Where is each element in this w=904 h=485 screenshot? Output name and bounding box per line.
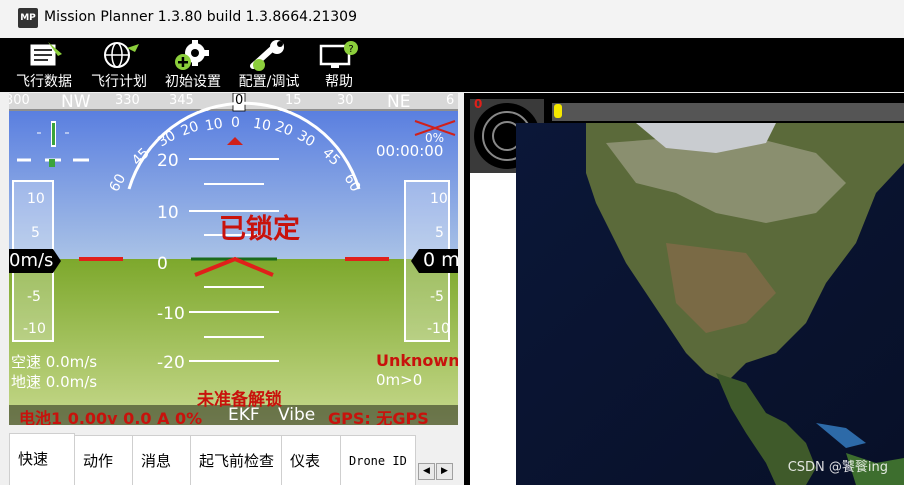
menu-flight-plan[interactable]: 飞行计划	[84, 38, 154, 92]
tab-scroll-left-button[interactable]: ◀	[418, 463, 435, 480]
speed-tick: 10	[27, 191, 45, 207]
tab-scroll-right-button[interactable]: ▶	[436, 463, 453, 480]
window-titlebar: MP Mission Planner 1.3.80 build 1.3.8664…	[0, 0, 904, 38]
pitch-label: -10	[157, 304, 185, 324]
speed-value: 0m/s	[9, 250, 54, 271]
lock-status: 已锁定	[219, 214, 300, 245]
alt-value: 0 m	[423, 249, 458, 271]
menu-label: 配置/调试	[238, 74, 300, 90]
gps-status[interactable]: GPS: 无GPS	[328, 405, 429, 425]
tab-preflight[interactable]: 起飞前检查	[190, 435, 282, 485]
heading-tick: 30	[337, 93, 354, 108]
heading-tick: NE	[387, 93, 411, 112]
battery-percent: 0%	[425, 131, 445, 145]
heading-tick: 6	[446, 93, 455, 108]
ekf-status[interactable]: EKF	[228, 405, 260, 425]
menu-label: 初始设置	[165, 74, 221, 90]
roll-label: 0	[231, 115, 240, 131]
vibe-status[interactable]: Vibe	[278, 405, 315, 425]
speed-tick: 5	[31, 225, 40, 241]
alt-tick: -10	[427, 321, 450, 337]
heading-tick: 300	[9, 93, 30, 108]
pitch-label: 10	[157, 203, 179, 223]
menu-help[interactable]: ? 帮助	[308, 38, 370, 92]
heading-tick: 15	[285, 93, 302, 108]
tab-gauges[interactable]: 仪表	[281, 435, 341, 485]
speed-tick: -10	[23, 321, 46, 337]
alt-tick: -5	[430, 289, 444, 305]
airspeed-readout: 空速 0.0m/s	[11, 353, 98, 371]
wrench-icon	[250, 40, 284, 71]
pitch-label: -20	[157, 353, 185, 373]
heading-value: 0	[235, 93, 244, 108]
tab-actions[interactable]: 动作	[74, 435, 133, 485]
pitch-label: 0	[157, 254, 168, 274]
svg-text:?: ?	[348, 44, 353, 55]
side-panel	[470, 173, 516, 485]
waypoint-distance: 0m>0	[376, 371, 423, 389]
menu-flight-data[interactable]: 飞行数据	[9, 38, 79, 92]
monitor-help-icon: ?	[319, 41, 358, 68]
speed-tick: -5	[27, 289, 41, 305]
satellite-map[interactable]	[516, 123, 904, 485]
pitch-label: 20	[157, 151, 179, 171]
gear-add-icon	[175, 40, 209, 70]
map-slider-handle[interactable]	[554, 104, 562, 118]
tab-drone-id[interactable]: Drone ID	[340, 435, 416, 485]
flight-data-icon	[29, 42, 62, 67]
tab-quick[interactable]: 快速	[9, 433, 75, 485]
main-menu-bar: 飞行数据 飞行计划 初始设置 配置/调试 ? 帮助	[0, 38, 904, 92]
window-title: Mission Planner 1.3.80 build 1.3.8664.21…	[44, 9, 357, 25]
menu-label: 飞行数据	[16, 74, 72, 90]
battery-status: 电池1 0.00v 0.0 A 0%	[19, 409, 203, 425]
groundspeed-readout: 地速 0.0m/s	[11, 373, 98, 391]
heading-tick: NW	[61, 93, 91, 112]
menu-label: 帮助	[325, 74, 353, 90]
app-logo-icon: MP	[18, 8, 38, 28]
heading-tick: 345	[169, 93, 194, 108]
map-top-bar	[552, 103, 904, 121]
flight-mode: Unknown	[376, 351, 458, 370]
globe-icon	[104, 42, 139, 68]
flight-data-tabs: 快速 动作 消息 起飞前检查 仪表 Drone ID ◀ ▶	[9, 433, 458, 485]
menu-initial-setup[interactable]: 初始设置	[158, 38, 228, 92]
heading-tick: 330	[115, 93, 140, 108]
alt-tick: 10	[430, 191, 448, 207]
menu-label: 飞行计划	[91, 74, 147, 90]
hud-attitude-indicator[interactable]: 300 NW 330 345 0 15 30 NE 6 60 45 30 20 …	[9, 93, 458, 425]
map-counter: 0	[474, 97, 483, 111]
tab-messages[interactable]: 消息	[132, 435, 191, 485]
alt-tick: 5	[435, 225, 444, 241]
roll-label: 10	[203, 115, 225, 135]
menu-config-tuning[interactable]: 配置/调试	[232, 38, 306, 92]
map-panel: 0 CSDN @饕餮ing	[464, 93, 904, 485]
watermark: CSDN @饕餮ing	[787, 460, 888, 475]
roll-label: 10	[251, 115, 273, 135]
